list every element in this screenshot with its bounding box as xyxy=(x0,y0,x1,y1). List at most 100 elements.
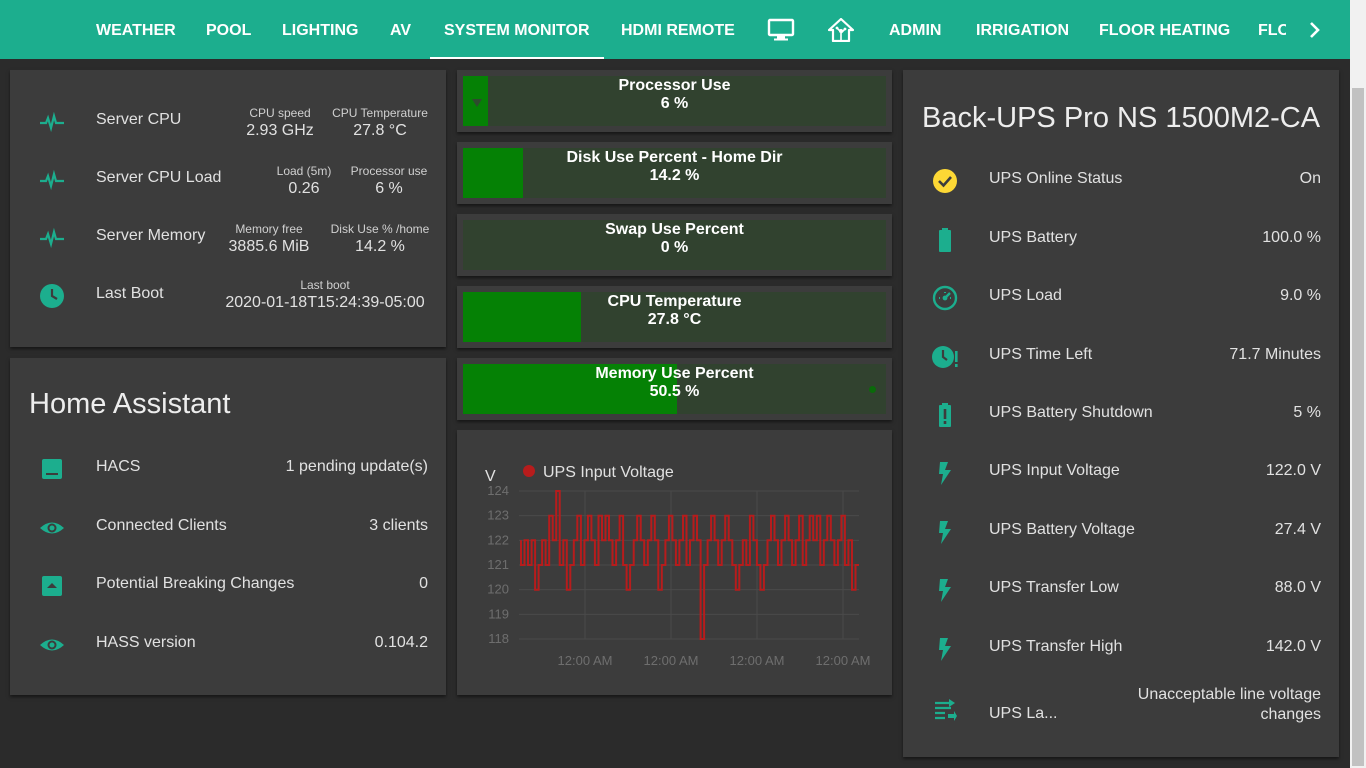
entity-state: 3 clients xyxy=(369,517,428,534)
pulse-icon xyxy=(38,224,66,252)
gauge-label: CPU Temperature 27.8 °C xyxy=(607,293,742,328)
card-title: Back-UPS Pro NS 1500M2-CA xyxy=(922,102,1321,134)
attribute-memory-free: Memory free 3885.6 MiB xyxy=(228,222,310,255)
tab-av[interactable]: AV xyxy=(390,0,411,59)
gauge-label: Swap Use Percent 0 % xyxy=(605,221,744,256)
entity-name: UPS Online Status xyxy=(989,170,1123,187)
entity-name: Potential Breaking Changes xyxy=(96,575,295,592)
entity-name: UPS Battery xyxy=(989,229,1078,246)
tab-system-monitor[interactable]: SYSTEM MONITOR xyxy=(430,0,603,59)
legend-swatch xyxy=(523,465,535,477)
line-chart: V UPS Input Voltage 12412312212112011911… xyxy=(485,464,871,668)
entity-name: Server CPU xyxy=(96,111,182,128)
ups-input-voltage-chart-card[interactable]: V UPS Input Voltage 124 123 122 121 120 119 11… xyxy=(457,430,892,695)
ups-load-row[interactable]: UPS Load 9.0 % xyxy=(903,276,1339,316)
gauge-cpu-temperature[interactable]: CPU Temperature 27.8 °C xyxy=(457,286,892,348)
gauge-disk-use-percent[interactable]: Disk Use Percent - Home Dir 14.2 % xyxy=(457,142,892,204)
hacs-row[interactable]: HACS 1 pending update(s) xyxy=(10,447,446,487)
entity-name: HACS xyxy=(96,458,141,475)
tab-floor-heating[interactable]: FLOOR HEATING xyxy=(1099,0,1230,59)
tab-lighting[interactable]: LIGHTING xyxy=(282,0,358,59)
ups-battery-row[interactable]: UPS Battery 100.0 % xyxy=(903,218,1339,258)
attribute-processor-use: Processor use 6 % xyxy=(350,164,428,197)
battery-icon xyxy=(931,226,959,254)
eye-icon xyxy=(38,514,66,542)
entity-state: 1 pending update(s) xyxy=(285,458,428,475)
connected-clients-row[interactable]: Connected Clients 3 clients xyxy=(10,506,446,546)
package-icon xyxy=(38,455,66,483)
package-up-icon xyxy=(38,572,66,600)
hass-version-row[interactable]: HASS version 0.104.2 xyxy=(10,623,446,663)
chevron-right-icon[interactable] xyxy=(1306,21,1324,44)
server-cpu-row[interactable]: Server CPU CPU speed 2.93 GHz CPU Tempera… xyxy=(10,100,446,140)
clock-icon xyxy=(38,282,66,310)
ups-time-left-row[interactable]: UPS Time Left 71.7 Minutes xyxy=(903,335,1339,375)
server-memory-row[interactable]: Server Memory Memory free 3885.6 MiB Disk… xyxy=(10,216,446,256)
tab-hdmi-remote[interactable]: HDMI REMOTE xyxy=(621,0,735,59)
entity-state: 0 xyxy=(419,575,428,592)
entity-name: UPS Time Left xyxy=(989,346,1093,363)
entity-name: UPS Battery Shutdown xyxy=(989,404,1153,421)
monitor-icon[interactable] xyxy=(767,18,795,47)
entity-name: UPS Transfer High xyxy=(989,638,1123,655)
last-boot-row[interactable]: Last Boot Last boot 2020-01-18T15:24:39-0… xyxy=(10,274,446,314)
entity-name: UPS Input Voltage xyxy=(989,462,1120,479)
attribute-disk-use-home: Disk Use % /home 14.2 % xyxy=(330,222,430,255)
entity-name: UPS La... xyxy=(989,705,1058,722)
battery-alert-icon xyxy=(931,401,959,429)
ups-card: Back-UPS Pro NS 1500M2-CA UPS Online Sta… xyxy=(903,70,1339,757)
x-tick-label: 12:00 AM xyxy=(816,653,871,668)
attribute-cpu-temperature: CPU Temperature 27.8 °C xyxy=(332,106,428,139)
y-tick-label: 123 xyxy=(487,508,509,523)
entity-name: Server Memory xyxy=(96,227,206,244)
entity-state: Unacceptable line voltage changes xyxy=(1137,686,1321,723)
x-tick-label: 12:00 AM xyxy=(730,653,785,668)
gauge-processor-use[interactable]: Processor Use 6 % xyxy=(457,70,892,132)
ups-battery-voltage-row[interactable]: UPS Battery Voltage 27.4 V xyxy=(903,510,1339,550)
tab-pool[interactable]: POOL xyxy=(206,0,251,59)
ups-transfer-high-row[interactable]: UPS Transfer High 142.0 V xyxy=(903,627,1339,667)
entity-state: 71.7 Minutes xyxy=(1229,346,1321,363)
scrollbar-thumb[interactable] xyxy=(1352,88,1364,766)
ups-last-transfer-row[interactable]: UPS La... Unacceptable line voltage chang… xyxy=(903,685,1339,733)
gauge-memory-use-percent[interactable]: Memory Use Percent 50.5 % xyxy=(457,358,892,420)
flash-icon xyxy=(931,459,959,487)
flash-icon xyxy=(931,635,959,663)
home-assistant-icon[interactable] xyxy=(827,17,855,47)
ups-transfer-low-row[interactable]: UPS Transfer Low 88.0 V xyxy=(903,568,1339,608)
gauge-icon xyxy=(931,284,959,312)
y-tick-label: 124 xyxy=(487,483,509,498)
attribute-last-boot: Last boot 2020-01-18T15:24:39-05:00 xyxy=(225,278,425,311)
attribute-cpu-speed: CPU speed 2.93 GHz xyxy=(246,106,314,139)
tab-weather[interactable]: WEATHER xyxy=(96,0,176,59)
ups-battery-shutdown-row[interactable]: UPS Battery Shutdown 5 % xyxy=(903,393,1339,433)
server-cpu-load-row[interactable]: Server CPU Load Load (5m) 0.26 Processor … xyxy=(10,158,446,198)
eye-icon xyxy=(38,631,66,659)
clock-alert-icon xyxy=(931,343,959,371)
entity-state: 0.104.2 xyxy=(374,634,428,651)
y-tick-label: 121 xyxy=(487,557,509,572)
potential-breaking-changes-row[interactable]: Potential Breaking Changes 0 xyxy=(10,564,446,604)
entity-name: HASS version xyxy=(96,634,196,651)
gauge-swap-use-percent[interactable]: Swap Use Percent 0 % xyxy=(457,214,892,276)
gauge-label: Processor Use 6 % xyxy=(618,77,731,112)
ups-input-voltage-row[interactable]: UPS Input Voltage 122.0 V xyxy=(903,451,1339,491)
entity-state: 142.0 V xyxy=(1265,638,1321,655)
y-tick-label: 120 xyxy=(487,582,509,597)
card-title: Home Assistant xyxy=(29,388,231,420)
gauge-label: Disk Use Percent - Home Dir 14.2 % xyxy=(566,149,783,184)
entity-state: 27.4 V xyxy=(1274,521,1321,538)
ups-online-status-row[interactable]: UPS Online Status On xyxy=(903,159,1339,199)
flash-icon xyxy=(931,576,959,604)
pulse-icon xyxy=(38,166,66,194)
entity-state: 9.0 % xyxy=(1280,287,1321,304)
entity-state: 122.0 V xyxy=(1265,462,1321,479)
attribute-load-5m: Load (5m) 0.26 xyxy=(276,164,332,197)
entity-name: UPS Battery Voltage xyxy=(989,521,1135,538)
entity-name: Last Boot xyxy=(96,285,164,302)
entity-state: On xyxy=(1299,170,1321,187)
gauge-label: Memory Use Percent 50.5 % xyxy=(595,365,754,400)
tab-admin[interactable]: ADMIN xyxy=(889,0,941,59)
tab-irrigation[interactable]: IRRIGATION xyxy=(976,0,1069,59)
entity-state: 100.0 % xyxy=(1262,229,1321,246)
